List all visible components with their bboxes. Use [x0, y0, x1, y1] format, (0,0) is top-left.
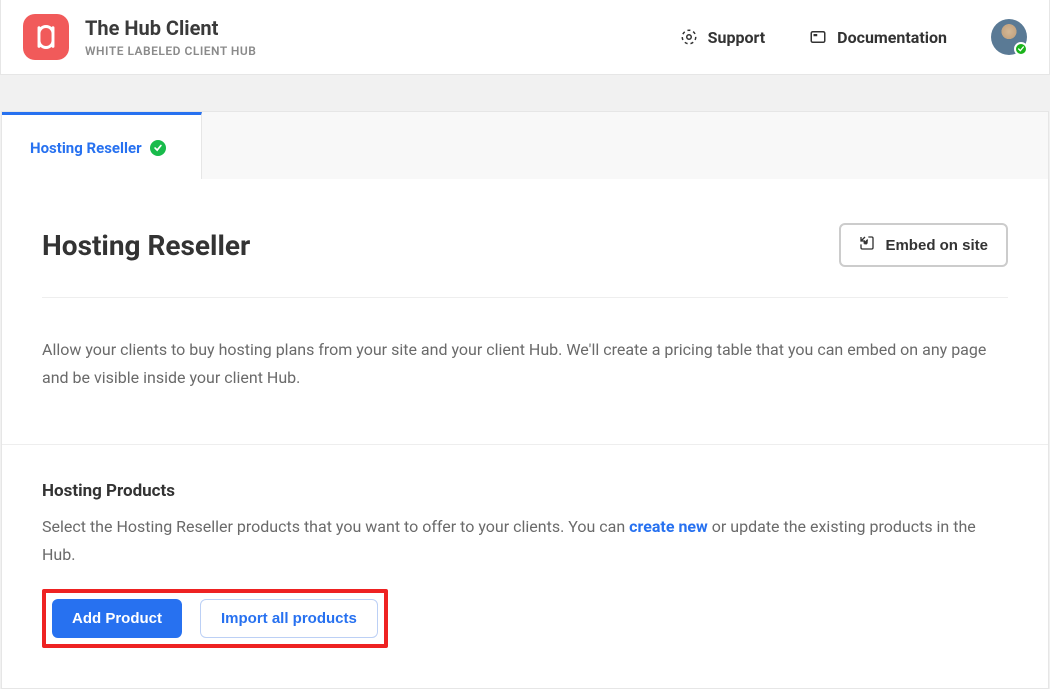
- page-title-row: Hosting Reseller Embed on site: [2, 179, 1048, 297]
- app-logo: [23, 14, 69, 60]
- page-body: Hosting Reseller Hosting Reseller Embed …: [0, 75, 1050, 689]
- add-product-button[interactable]: Add Product: [52, 599, 182, 638]
- embed-on-site-button[interactable]: Embed on site: [839, 223, 1008, 267]
- app-subtitle: WHITE LABELED CLIENT HUB: [85, 44, 256, 58]
- user-avatar-wrap[interactable]: [991, 19, 1027, 55]
- check-icon: [150, 140, 166, 156]
- hosting-products-description: Select the Hosting Reseller products tha…: [42, 513, 1008, 569]
- hosting-products-section: Hosting Products Select the Hosting Rese…: [2, 445, 1048, 688]
- online-badge-icon: [1014, 42, 1028, 56]
- hub-logo-icon: [32, 23, 60, 51]
- page-description: Allow your clients to buy hosting plans …: [2, 298, 1048, 444]
- content-card: Hosting Reseller Embed on site Allow you…: [1, 179, 1049, 689]
- support-link[interactable]: Support: [680, 28, 766, 47]
- hosting-products-title: Hosting Products: [42, 481, 1008, 501]
- tab-label: Hosting Reseller: [30, 139, 142, 157]
- embed-button-label: Embed on site: [885, 237, 988, 254]
- tab-row: Hosting Reseller: [1, 111, 1049, 179]
- app-header: The Hub Client WHITE LABELED CLIENT HUB …: [0, 0, 1050, 75]
- documentation-icon: [809, 28, 827, 46]
- embed-icon: [859, 235, 875, 255]
- product-buttons-highlight: Add Product Import all products: [42, 589, 388, 648]
- app-title: The Hub Client: [85, 16, 256, 40]
- documentation-link[interactable]: Documentation: [809, 28, 947, 47]
- create-new-link[interactable]: create new: [629, 517, 708, 536]
- support-icon: [680, 28, 698, 46]
- title-block: The Hub Client WHITE LABELED CLIENT HUB: [85, 16, 256, 58]
- import-all-products-button[interactable]: Import all products: [200, 599, 378, 638]
- desc-text-before: Select the Hosting Reseller products tha…: [42, 517, 629, 536]
- support-label: Support: [708, 28, 766, 47]
- documentation-label: Documentation: [837, 28, 947, 47]
- tab-hosting-reseller[interactable]: Hosting Reseller: [2, 112, 202, 179]
- page-title: Hosting Reseller: [42, 229, 250, 262]
